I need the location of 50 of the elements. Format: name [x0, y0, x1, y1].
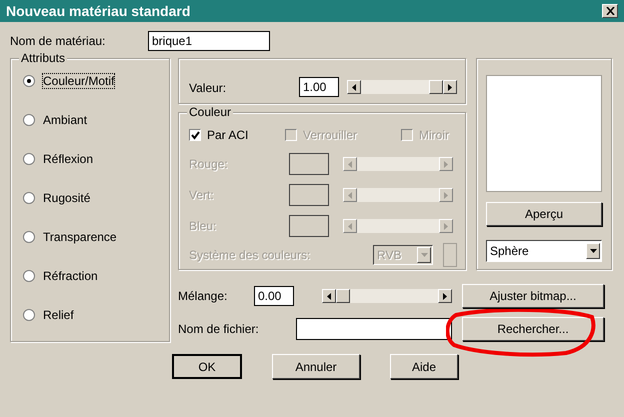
radio-button[interactable]	[23, 231, 35, 243]
blend-label: Mélange:	[178, 289, 228, 303]
close-button[interactable]	[602, 4, 618, 18]
material-name-label: Nom de matériau:	[10, 34, 106, 48]
material-name-field[interactable]: brique1	[148, 31, 270, 51]
group-title: Couleur	[187, 105, 234, 119]
color-system-label: Système des couleurs:	[189, 248, 312, 262]
checkbox-label: Miroir	[419, 128, 449, 142]
dialog-button[interactable]: Annuler	[272, 354, 360, 379]
value-label: Valeur:	[189, 81, 228, 97]
checkbox-label: Par ACI	[207, 128, 248, 142]
blend-field[interactable]: 0.00	[254, 286, 294, 306]
channel-label: Bleu:	[189, 219, 218, 233]
file-name-label: Nom de fichier:	[178, 322, 260, 336]
radio-label: Réflexion	[43, 152, 94, 166]
radio-label: Relief	[43, 308, 74, 322]
radio-button[interactable]	[23, 114, 35, 126]
radio-label: Ambiant	[43, 113, 88, 127]
dialog-button[interactable]: OK	[172, 354, 242, 379]
color-swatch	[289, 184, 329, 206]
group-title: Attributs	[19, 51, 68, 65]
value-slider[interactable]	[347, 80, 457, 94]
file-name-field[interactable]	[296, 318, 452, 340]
channel-label: Vert:	[189, 188, 215, 202]
blend-slider[interactable]	[322, 289, 452, 303]
slider-thumb[interactable]	[336, 289, 350, 303]
color-swatch	[443, 243, 457, 267]
radio-button[interactable]	[23, 153, 35, 165]
checkbox-label: Verrouiller	[303, 128, 358, 142]
adjust-bitmap-button[interactable]: Ajuster bitmap...	[462, 284, 604, 308]
radio-button[interactable]	[23, 75, 35, 87]
value-field[interactable]: 1.00	[299, 77, 339, 97]
radio-button[interactable]	[23, 309, 35, 321]
radio-label: Transparence	[43, 230, 117, 244]
channel-label: Rouge:	[189, 157, 229, 171]
radio-label: Couleur/Motif	[43, 74, 114, 88]
checkbox[interactable]	[189, 129, 201, 141]
radio-button[interactable]	[23, 270, 35, 282]
radio-label: Rugosité	[43, 191, 90, 205]
slider-thumb[interactable]	[429, 80, 443, 94]
window-title: Nouveau matériau standard	[6, 3, 190, 19]
preview-button[interactable]: Aperçu	[486, 202, 602, 226]
browse-button[interactable]: Rechercher...	[462, 317, 604, 341]
shape-dropdown[interactable]: Sphère	[486, 240, 602, 262]
dialog-button[interactable]: Aide	[390, 354, 458, 379]
close-icon	[606, 7, 614, 15]
radio-button[interactable]	[23, 192, 35, 204]
radio-label: Réfraction	[43, 269, 98, 283]
color-swatch	[289, 153, 329, 175]
color-swatch	[289, 215, 329, 237]
